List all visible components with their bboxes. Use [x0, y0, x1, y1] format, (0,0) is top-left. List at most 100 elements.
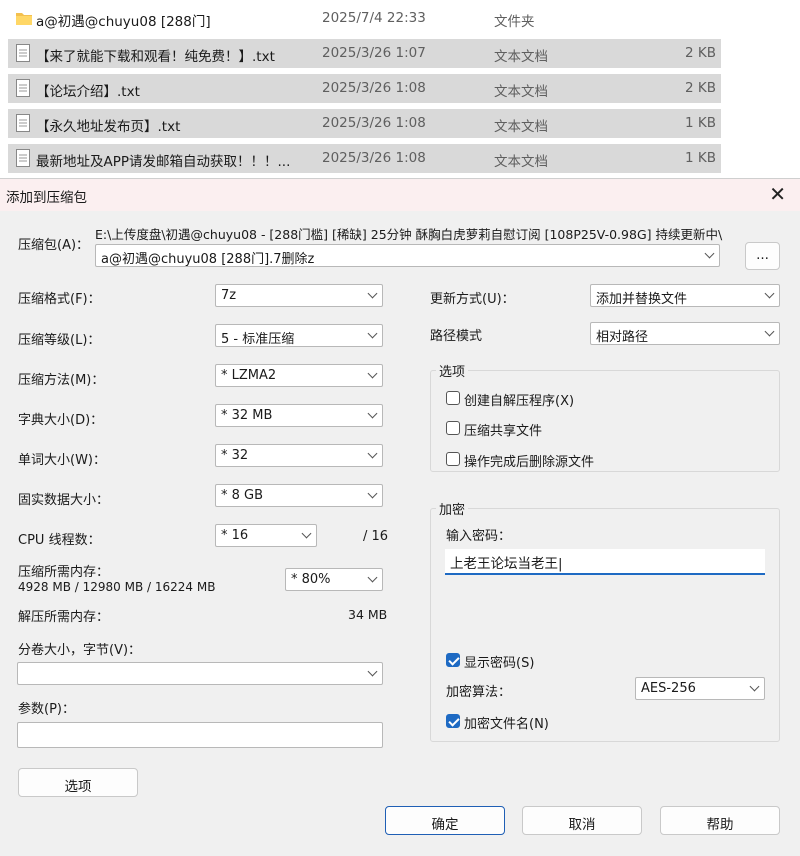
- text-file-icon: [16, 44, 30, 62]
- solid-value: * 8 GB: [221, 488, 264, 503]
- ok-button[interactable]: 确定: [385, 806, 505, 835]
- archive-name-combobox[interactable]: a@初遇@chuyu08 [288门].7删除z: [95, 244, 720, 267]
- level-label: 压缩等级(L)：: [18, 333, 101, 348]
- file-date: 2025/7/4 22:33: [322, 10, 426, 26]
- show-password-checkbox[interactable]: [446, 653, 460, 667]
- threads-value: * 16: [221, 528, 249, 543]
- method-label: 压缩方法(M)：: [18, 373, 105, 388]
- password-input[interactable]: 上老王论坛当老王|: [445, 549, 765, 575]
- method-value: * LZMA2: [221, 368, 277, 383]
- file-name: 最新地址及APP请发邮箱自动获取！！！...: [36, 154, 291, 170]
- method-select[interactable]: * LZMA2: [215, 364, 383, 387]
- path-mode-value: 相对路径: [596, 330, 649, 345]
- file-size: 1 KB: [685, 115, 716, 131]
- memory-value: * 80%: [291, 572, 331, 587]
- file-type: 文本文档: [494, 84, 548, 100]
- text-file-icon: [16, 114, 30, 132]
- folder-icon: [16, 13, 32, 25]
- options-group-title: 选项: [436, 361, 469, 380]
- update-label: 更新方式(U)：: [430, 292, 515, 307]
- update-select[interactable]: 添加并替换文件: [590, 284, 780, 307]
- update-value: 添加并替换文件: [596, 292, 688, 307]
- word-label: 单词大小(W)：: [18, 453, 106, 468]
- file-row-folder[interactable]: a@初遇@chuyu08 [288门] 2025/7/4 22:33 文件夹: [8, 4, 721, 33]
- chevron-down-icon: [704, 248, 715, 259]
- chevron-down-icon: [301, 528, 312, 539]
- solid-label: 固实数据大小：: [18, 493, 110, 508]
- file-size: 2 KB: [685, 45, 716, 61]
- chevron-down-icon: [367, 288, 378, 299]
- algorithm-select[interactable]: AES-256: [635, 677, 765, 700]
- dict-label: 字典大小(D)：: [18, 413, 104, 428]
- archive-label: 压缩包(A)：: [18, 238, 90, 253]
- dict-value: * 32 MB: [221, 408, 273, 423]
- volume-label: 分卷大小，字节(V)：: [18, 643, 142, 658]
- chevron-down-icon: [367, 328, 378, 339]
- chevron-down-icon: [367, 448, 378, 459]
- browse-button[interactable]: ...: [745, 242, 780, 270]
- solid-select[interactable]: * 8 GB: [215, 484, 383, 507]
- chevron-down-icon: [367, 572, 378, 583]
- memory-select[interactable]: * 80%: [285, 568, 383, 591]
- file-date: 2025/3/26 1:08: [322, 150, 426, 166]
- file-date: 2025/3/26 1:08: [322, 80, 426, 96]
- memory-detail: 4928 MB / 12980 MB / 16224 MB: [18, 580, 216, 594]
- chevron-down-icon: [749, 681, 760, 692]
- file-type: 文本文档: [494, 49, 548, 65]
- threads-total: / 16: [363, 529, 389, 544]
- file-row[interactable]: 最新地址及APP请发邮箱自动获取！！！... 2025/3/26 1:08 文本…: [8, 144, 721, 173]
- file-date: 2025/3/26 1:08: [322, 115, 426, 131]
- file-type: 文本文档: [494, 154, 548, 170]
- archive-path: E:\上传度盘\初遇@chuyu08 - [288门槛] [稀缺] 25分钟 酥…: [95, 227, 723, 242]
- format-label: 压缩格式(F)：: [18, 292, 101, 307]
- decompress-memory-label: 解压所需内存：: [18, 610, 110, 625]
- sfx-checkbox[interactable]: [446, 391, 460, 405]
- shared-files-checkbox[interactable]: [446, 421, 460, 435]
- delete-after-checkbox[interactable]: [446, 452, 460, 466]
- file-row[interactable]: 【来了就能下载和观看！纯免费！】.txt 2025/3/26 1:07 文本文档…: [8, 39, 721, 68]
- algorithm-value: AES-256: [641, 681, 696, 696]
- word-select[interactable]: * 32: [215, 444, 383, 467]
- password-label: 输入密码：: [446, 529, 512, 544]
- chevron-down-icon: [367, 368, 378, 379]
- chevron-down-icon: [367, 408, 378, 419]
- dialog-titlebar[interactable]: 添加到压缩包 ✕: [0, 179, 800, 211]
- file-date: 2025/3/26 1:07: [322, 45, 426, 61]
- delete-after-label: 操作完成后删除源文件: [464, 455, 595, 470]
- text-file-icon: [16, 79, 30, 97]
- file-size: 2 KB: [685, 80, 716, 96]
- params-label: 参数(P)：: [18, 702, 75, 717]
- sfx-label: 创建自解压程序(X): [464, 394, 575, 409]
- close-icon[interactable]: ✕: [769, 182, 786, 206]
- chevron-down-icon: [764, 326, 775, 337]
- chevron-down-icon: [367, 488, 378, 499]
- encrypt-names-label: 加密文件名(N): [464, 717, 549, 732]
- text-file-icon: [16, 149, 30, 167]
- path-mode-label: 路径模式: [430, 329, 483, 344]
- decompress-memory-value: 34 MB: [348, 607, 388, 622]
- algorithm-label: 加密算法：: [446, 685, 512, 700]
- threads-label: CPU 线程数：: [18, 533, 101, 548]
- cancel-button[interactable]: 取消: [522, 806, 642, 835]
- params-input[interactable]: [17, 722, 383, 748]
- options-button[interactable]: 选项: [18, 768, 138, 797]
- archive-name-value: a@初遇@chuyu08 [288门].7删除z: [101, 252, 315, 267]
- format-select[interactable]: 7z: [215, 284, 383, 307]
- add-to-archive-dialog: 添加到压缩包 ✕ 压缩包(A)： E:\上传度盘\初遇@chuyu08 - [2…: [0, 178, 800, 856]
- file-type: 文本文档: [494, 119, 548, 135]
- file-row[interactable]: 【永久地址发布页】.txt 2025/3/26 1:08 文本文档 1 KB: [8, 109, 721, 138]
- help-button[interactable]: 帮助: [660, 806, 780, 835]
- level-select[interactable]: 5 - 标准压缩: [215, 324, 383, 347]
- volume-combobox[interactable]: [17, 662, 383, 685]
- encrypt-names-checkbox[interactable]: [446, 714, 460, 728]
- dict-select[interactable]: * 32 MB: [215, 404, 383, 427]
- word-value: * 32: [221, 448, 249, 463]
- file-name: 【永久地址发布页】.txt: [36, 119, 181, 135]
- dialog-title: 添加到压缩包: [6, 190, 87, 206]
- level-value: 5 - 标准压缩: [221, 332, 295, 347]
- file-size: 1 KB: [685, 150, 716, 166]
- threads-select[interactable]: * 16: [215, 524, 317, 547]
- file-row[interactable]: 【论坛介绍】.txt 2025/3/26 1:08 文本文档 2 KB: [8, 74, 721, 103]
- show-password-label: 显示密码(S): [464, 656, 535, 671]
- path-mode-select[interactable]: 相对路径: [590, 322, 780, 345]
